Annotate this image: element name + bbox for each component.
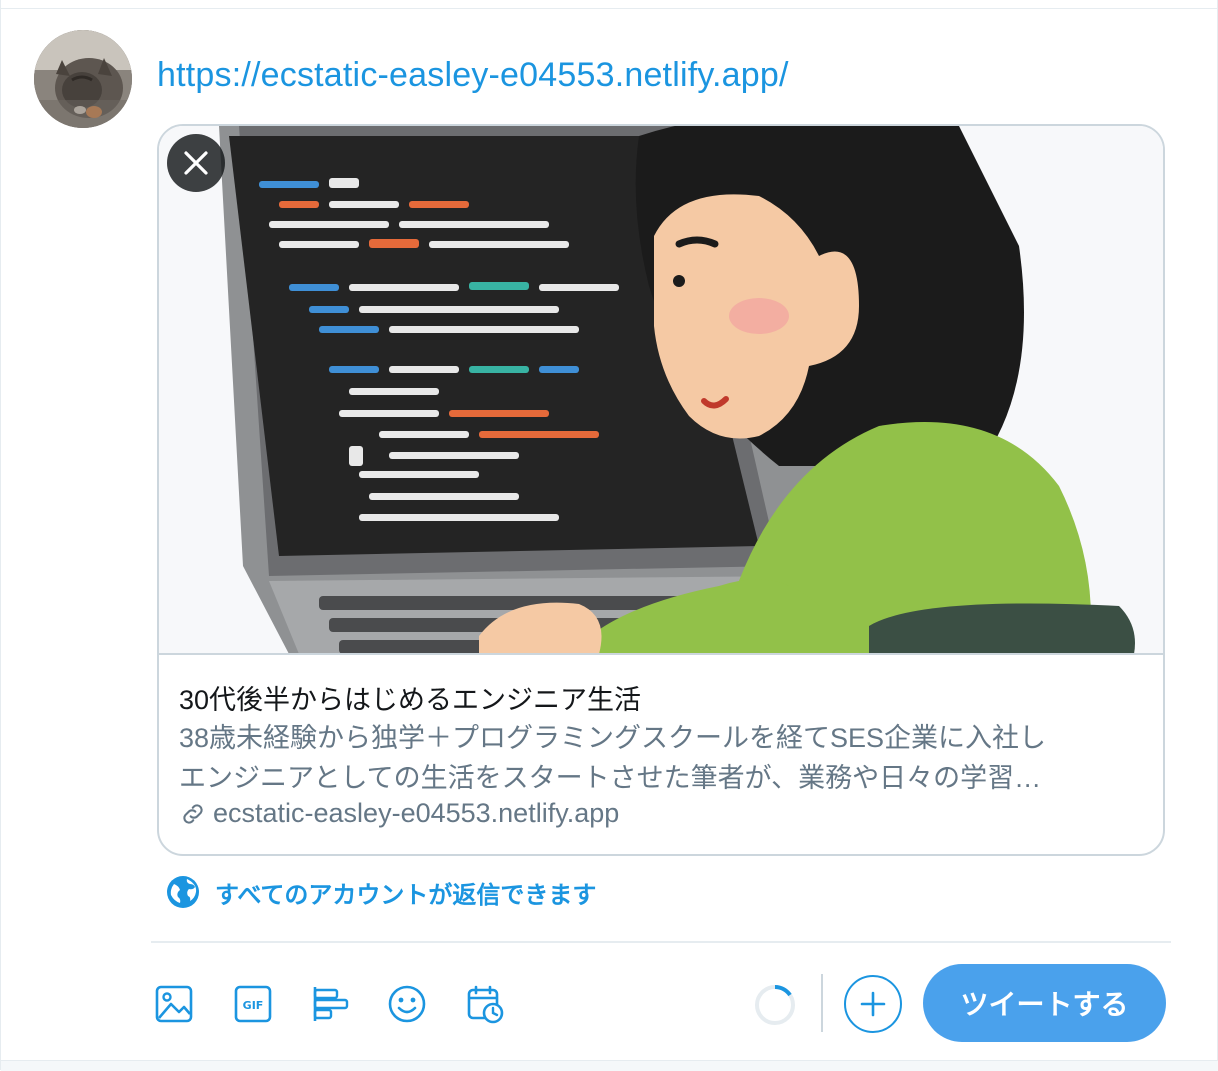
reply-setting-button[interactable]: すべてのアカウントが返信できます [165,874,596,910]
top-border [1,8,1218,9]
add-thread-button[interactable] [844,975,902,1033]
poll-icon [313,987,349,1021]
close-icon [184,151,208,175]
plus-icon [860,991,886,1017]
remove-card-button[interactable] [167,134,225,192]
schedule-icon [467,985,504,1024]
toolbar-separator [821,974,823,1032]
card-description-line: 38歳未経験から独学＋プログラミングスクールを経てSES企業に入社し [179,723,1047,753]
link-icon [183,803,203,824]
emoji-icon [388,985,426,1023]
card-image [159,126,1163,654]
image-icon [155,985,193,1023]
add-media-button[interactable] [151,981,197,1027]
character-count-ring [755,984,795,1025]
toolbar-divider [151,941,1171,943]
card-description-line: エンジニアとしての生活をスタートさせた筆者が、業務や日々の学習… [179,763,1042,793]
composer-text[interactable]: https://ecstatic-easley-e04553.netlify.a… [157,56,789,95]
schedule-button[interactable] [462,981,508,1027]
card-domain-text: ecstatic-easley-e04553.netlify.app [213,798,620,828]
add-poll-button[interactable] [307,981,353,1027]
add-emoji-button[interactable] [384,981,430,1027]
globe-icon [167,876,199,908]
link-preview-card[interactable]: 30代後半からはじめるエンジニア生活 38歳未経験から独学＋プログラミングスクー… [157,124,1165,856]
card-description: 38歳未経験から独学＋プログラミングスクールを経てSES企業に入社し エンジニア… [179,718,1149,798]
card-divider [159,653,1163,655]
reply-setting-label: すべてのアカウントが返信できます [215,881,597,909]
card-title: 30代後半からはじめるエンジニア生活 [179,685,642,715]
tweet-composer: https://ecstatic-easley-e04553.netlify.a… [0,0,1218,1071]
add-gif-button[interactable]: GIF [230,981,276,1027]
card-domain: ecstatic-easley-e04553.netlify.app [179,798,619,829]
gif-icon: GIF [234,985,272,1023]
bottom-border [1,1060,1218,1071]
avatar[interactable] [34,30,132,128]
gif-icon-label: GIF [243,999,264,1012]
tweet-button[interactable]: ツイートする [923,964,1166,1042]
